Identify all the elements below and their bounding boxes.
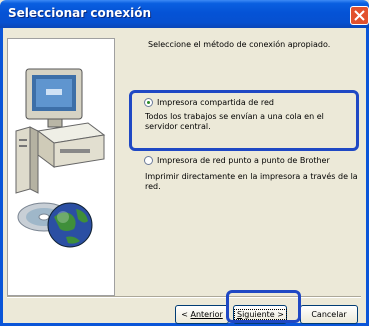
computer-cd-globe-illustration	[7, 38, 115, 296]
radio-selected-icon[interactable]	[144, 98, 153, 107]
radio-unselected-icon[interactable]	[144, 156, 153, 165]
option-shared-network-printer-label[interactable]: Impresora compartida de red	[157, 98, 274, 107]
instruction-text: Seleccione el método de conexión apropia…	[148, 40, 331, 49]
cancel-button[interactable]: Cancelar	[300, 305, 358, 324]
button-separator	[7, 296, 361, 298]
back-label: Anterior	[190, 310, 223, 319]
dialog-content: Seleccione el método de conexión apropia…	[3, 28, 366, 324]
title-bar[interactable]: Seleccionar conexión	[0, 0, 369, 28]
setup-dialog: Seleccionar conexión Seleccione el métod…	[0, 0, 369, 326]
option-peer-to-peer-description: Imprimir directamente en la impresora a …	[145, 172, 358, 191]
back-button[interactable]: < Anterior	[175, 305, 229, 324]
close-button[interactable]	[350, 6, 369, 25]
window-title: Seleccionar conexión	[8, 6, 152, 20]
option-shared-network-printer-description: Todos los trabajos se envían a una cola …	[145, 112, 324, 131]
next-button-highlight	[226, 290, 301, 323]
option-peer-to-peer-label[interactable]: Impresora de red punto a punto de Brothe…	[157, 156, 330, 165]
close-icon	[354, 10, 365, 21]
